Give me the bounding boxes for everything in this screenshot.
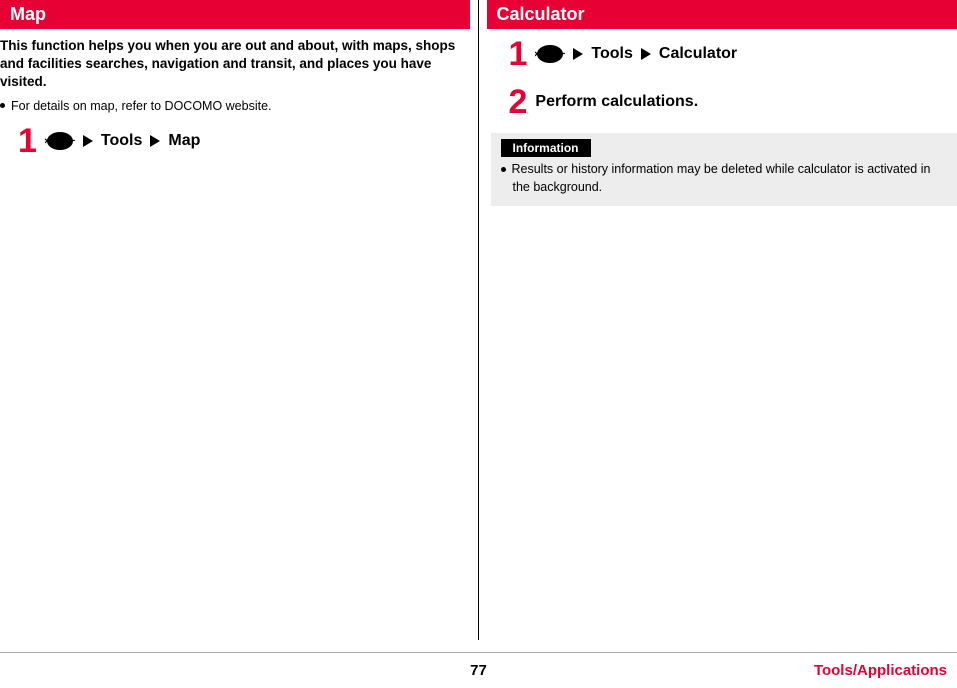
- calc-step-1: 1 メニュー Tools Calculator: [509, 37, 957, 71]
- step-calculator-label: Calculator: [659, 45, 737, 63]
- information-text: Results or history information may be de…: [501, 161, 948, 196]
- information-box: Information Results or history informati…: [491, 133, 957, 206]
- page-footer: 77 Tools/Applications: [0, 652, 957, 688]
- section-heading-map: Map: [0, 0, 470, 29]
- section-heading-calculator: Calculator: [487, 0, 957, 29]
- step-map-label: Map: [168, 132, 200, 150]
- arrow-icon: [83, 135, 93, 147]
- svg-text:メニュー: メニュー: [535, 49, 565, 59]
- information-label: Information: [501, 139, 591, 157]
- bullet-icon: [0, 103, 5, 108]
- step-number: 1: [509, 37, 528, 71]
- step-number: 1: [18, 124, 37, 158]
- step-perform-label: Perform calculations.: [535, 93, 698, 111]
- arrow-icon: [150, 135, 160, 147]
- step-tools-label: Tools: [591, 45, 632, 63]
- bullet-icon: [501, 167, 506, 172]
- footer-section-title: Tools/Applications: [814, 662, 947, 679]
- page-number: 77: [470, 662, 487, 679]
- arrow-icon: [641, 48, 651, 60]
- arrow-icon: [573, 48, 583, 60]
- svg-text:メニュー: メニュー: [45, 136, 75, 146]
- menu-key-icon: メニュー: [45, 130, 75, 152]
- step-number: 2: [509, 85, 528, 119]
- map-note: For details on map, refer to DOCOMO webs…: [0, 98, 468, 114]
- menu-key-icon: メニュー: [535, 43, 565, 65]
- map-step-1: 1 メニュー Tools Map: [18, 124, 468, 158]
- map-intro: This function helps you when you are out…: [0, 37, 468, 92]
- calc-step-2: 2 Perform calculations.: [509, 85, 957, 119]
- map-note-text: For details on map, refer to DOCOMO webs…: [11, 98, 272, 114]
- step-tools-label: Tools: [101, 132, 142, 150]
